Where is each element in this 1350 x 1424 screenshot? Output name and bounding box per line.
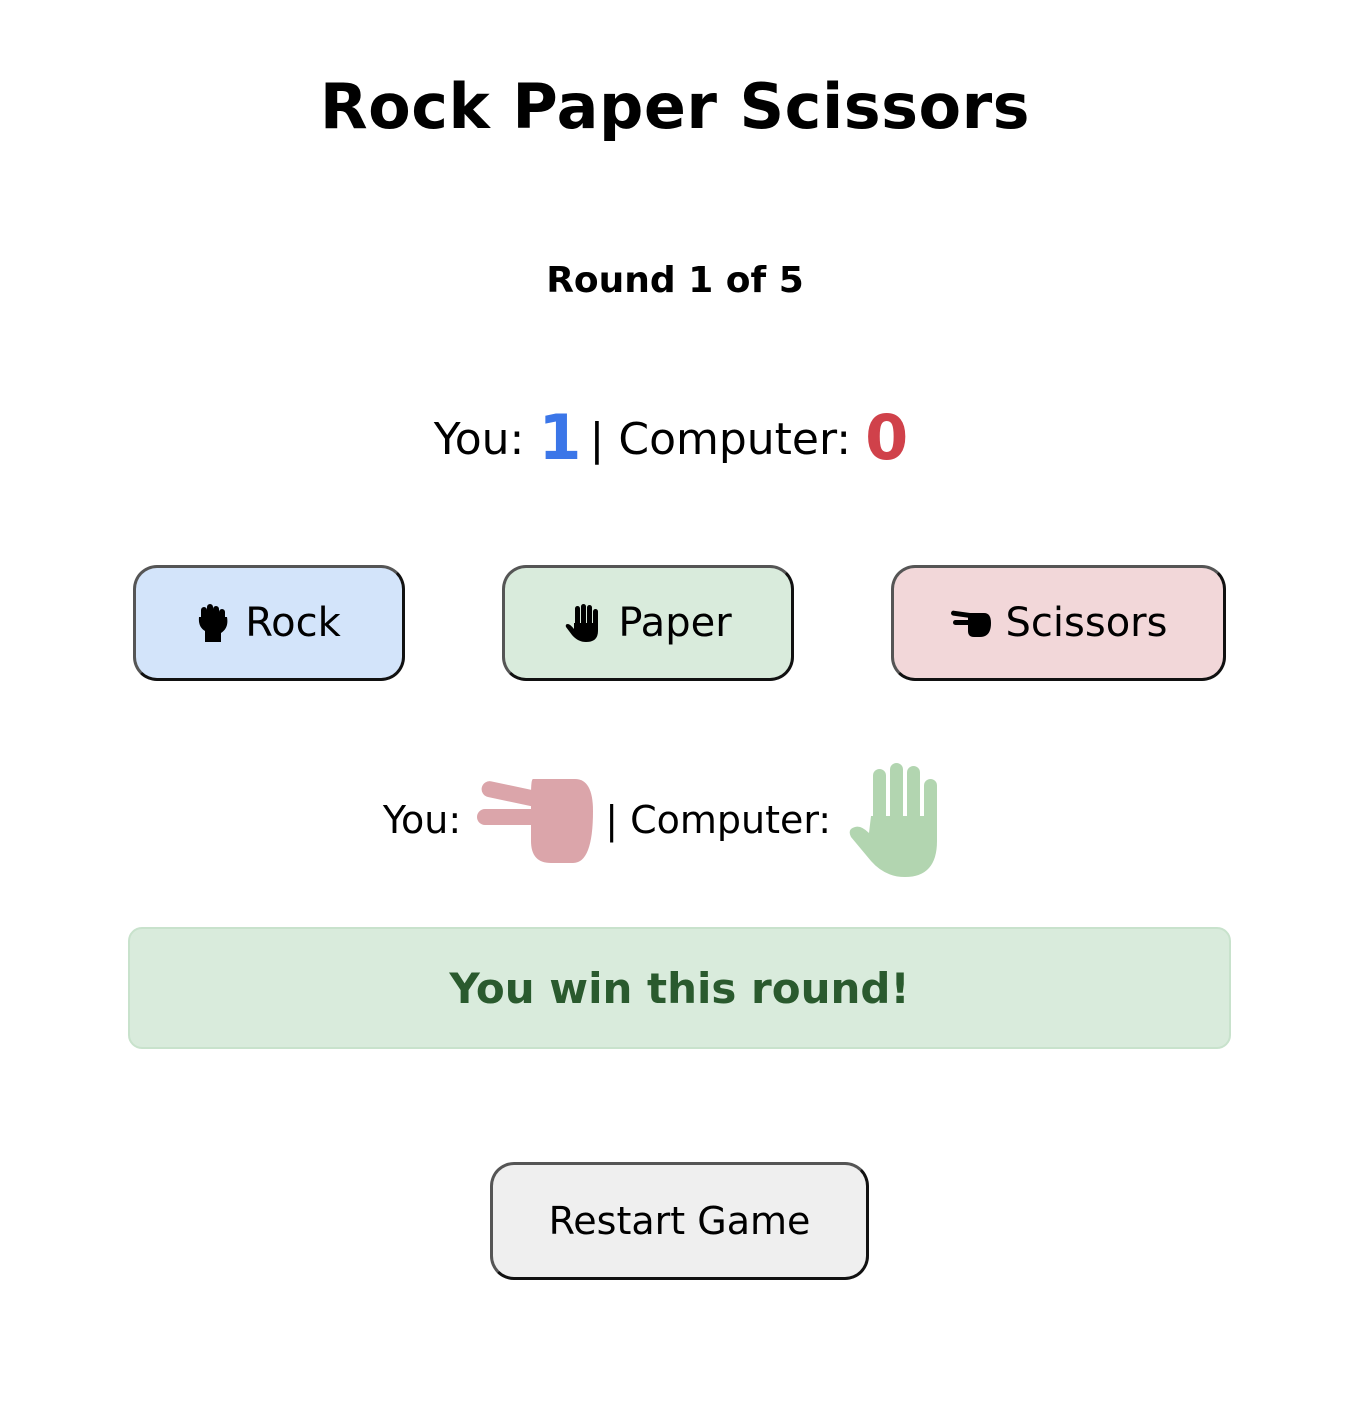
- rock-button-label: Rock: [245, 600, 341, 646]
- paper-hand-icon: [847, 761, 957, 879]
- scissors-button-label: Scissors: [1005, 600, 1168, 646]
- scoreboard: You: 1 | Computer: 0: [0, 405, 1350, 475]
- round-result-text: You win this round!: [449, 963, 910, 1013]
- computer-score-value: 0: [865, 401, 909, 474]
- computer-choice-label: | Computer:: [605, 798, 832, 842]
- rock-button[interactable]: Rock: [133, 565, 405, 681]
- paper-button-label: Paper: [618, 600, 732, 646]
- last-choices: You: | Computer:: [0, 760, 1350, 880]
- you-score-value: 1: [538, 401, 582, 474]
- you-score-label: You:: [433, 414, 525, 465]
- paper-button[interactable]: Paper: [502, 565, 794, 681]
- raised-fist-icon: [197, 603, 231, 643]
- restart-game-button[interactable]: Restart Game: [490, 1162, 869, 1280]
- round-result-banner: You win this round!: [128, 927, 1231, 1049]
- game-page: Rock Paper Scissors Round 1 of 5 You: 1 | …: [0, 0, 1350, 1424]
- raised-hand-icon: [564, 603, 604, 643]
- scissors-hand-icon: [477, 775, 595, 865]
- scissors-button[interactable]: Scissors: [891, 565, 1226, 681]
- computer-score-label: | Computer:: [589, 414, 852, 465]
- round-indicator: Round 1 of 5: [546, 260, 804, 301]
- pointing-hand-icon: [950, 607, 992, 639]
- restart-game-label: Restart Game: [548, 1199, 811, 1243]
- page-title: Rock Paper Scissors: [319, 70, 1031, 143]
- you-choice-label: You:: [382, 798, 462, 842]
